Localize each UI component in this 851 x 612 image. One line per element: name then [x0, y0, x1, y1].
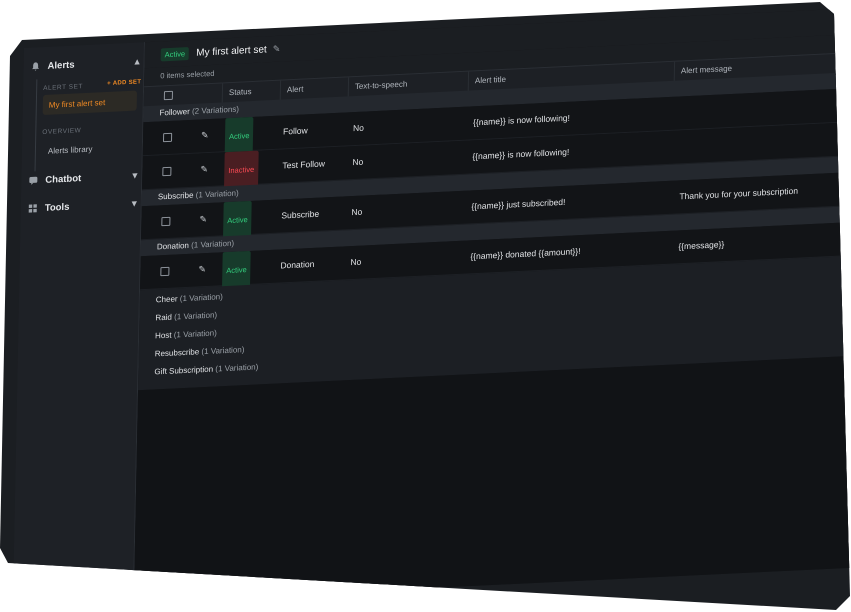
- chevron-up-icon[interactable]: ▲: [133, 56, 142, 66]
- edit-icon[interactable]: ✎: [199, 203, 207, 236]
- add-set-button[interactable]: + ADD SET: [107, 79, 141, 87]
- nav-chatbot-label: Chatbot: [45, 172, 82, 186]
- edit-icon[interactable]: ✎: [201, 119, 209, 152]
- edit-title-icon[interactable]: ✎: [273, 43, 281, 54]
- alert-message: {{message}}: [678, 239, 725, 252]
- edit-icon[interactable]: ✎: [200, 153, 208, 186]
- group-label: Subscribe: [157, 190, 194, 202]
- bell-icon: [30, 60, 42, 73]
- alert-title: {{name}} is now following!: [472, 112, 571, 128]
- alert-message: [680, 130, 681, 163]
- alert-message: Thank you for your subscription: [679, 185, 799, 202]
- group-variations: (1 Variation): [201, 345, 245, 357]
- alert-name: Follow: [282, 125, 308, 137]
- group-variations: (1 Variation): [179, 292, 223, 304]
- status-badge: Active: [221, 250, 252, 290]
- group-resubscribe[interactable]: Resubscribe (1 Variation): [155, 345, 245, 358]
- row-checkbox[interactable]: [161, 216, 171, 227]
- alert-name: Subscribe: [281, 208, 320, 221]
- alert-message: [681, 96, 682, 129]
- chevron-down-icon[interactable]: ▼: [130, 170, 139, 180]
- alert-set-label: ALERT SET: [43, 83, 83, 93]
- nav-alerts-label: Alerts: [47, 59, 75, 72]
- chat-icon: [27, 174, 39, 187]
- group-variations: (1 Variation): [174, 310, 218, 322]
- app-stage: Alerts ▲ ALERT SET + ADD SET My first al…: [12, 7, 850, 610]
- group-label: Follower: [159, 106, 190, 118]
- group-variations: (1 Variation): [195, 188, 239, 200]
- app-window: Alerts ▲ ALERT SET + ADD SET My first al…: [0, 2, 850, 610]
- group-label: Cheer: [155, 294, 178, 305]
- status-badge: Active: [160, 46, 190, 61]
- alert-name: Donation: [280, 258, 315, 271]
- group-variations: (1 Variation): [173, 328, 217, 340]
- group-label: Gift Subscription: [154, 364, 214, 377]
- group-label: Host: [155, 330, 172, 341]
- group-label: Resubscribe: [154, 347, 200, 359]
- status-badge: Active: [224, 116, 254, 156]
- overview-label: OVERVIEW: [42, 127, 82, 137]
- nav-alerts[interactable]: Alerts ▲: [29, 52, 142, 75]
- group-raid[interactable]: Raid (1 Variation): [155, 310, 217, 322]
- group-gift-subscription[interactable]: Gift Subscription (1 Variation): [154, 362, 258, 376]
- group-host[interactable]: Host (1 Variation): [155, 328, 217, 340]
- alert-title: {{name}} just subscribed!: [471, 196, 566, 212]
- tts-value: No: [352, 122, 365, 134]
- row-checkbox[interactable]: [162, 132, 173, 143]
- page-title: My first alert set: [196, 43, 267, 59]
- group-variations: (1 Variation): [191, 238, 235, 250]
- tts-value: No: [352, 156, 364, 168]
- sidebar: Alerts ▲ ALERT SET + ADD SET My first al…: [12, 42, 145, 608]
- chevron-down-icon[interactable]: ▼: [130, 198, 139, 208]
- nav-tools[interactable]: Tools ▼: [27, 194, 139, 217]
- edit-icon[interactable]: ✎: [198, 253, 206, 286]
- group-variations: (1 Variation): [215, 362, 259, 374]
- group-cheer[interactable]: Cheer (1 Variation): [156, 292, 223, 304]
- main-panel: Active My first alert set ✎ 0 items sele…: [133, 7, 850, 603]
- tts-value: No: [350, 256, 362, 268]
- empty-area: [133, 355, 850, 603]
- group-variations: (2 Variations): [191, 104, 240, 116]
- alert-title: {{name}} is now following!: [472, 146, 570, 162]
- nav-chatbot[interactable]: Chatbot ▼: [27, 166, 139, 189]
- alert-name: Test Follow: [282, 158, 326, 171]
- alert-title: {{name}} donated {{amount}}!: [470, 246, 581, 262]
- grid-icon: [27, 202, 39, 215]
- nav-tools-label: Tools: [44, 201, 70, 214]
- tts-value: No: [351, 206, 363, 218]
- row-checkbox[interactable]: [160, 266, 170, 277]
- tree-line: [34, 79, 38, 172]
- group-label: Raid: [155, 312, 173, 323]
- status-badge: Active: [222, 200, 253, 240]
- group-label: Donation: [156, 240, 190, 252]
- status-badge: Inactive: [223, 150, 259, 190]
- sidebar-item-my-first-alert-set[interactable]: My first alert set: [42, 90, 138, 116]
- sidebar-item-alerts-library[interactable]: Alerts library: [48, 145, 93, 156]
- row-checkbox[interactable]: [162, 166, 172, 177]
- select-all-checkbox[interactable]: [163, 90, 173, 101]
